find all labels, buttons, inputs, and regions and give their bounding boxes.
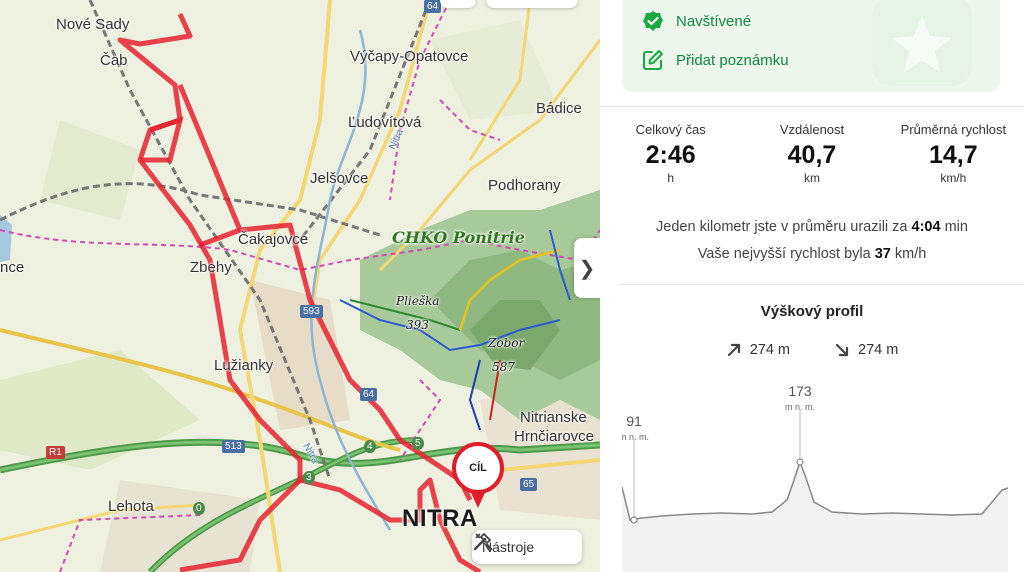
place-label: Lehota [108,498,154,515]
pace-prefix: Jeden kilometr jste v průměru urazili za [656,219,908,235]
add-note-label: Přidat poznámku [676,51,789,69]
place-label: nce [0,259,25,276]
top-speed-suffix: km/h [894,246,927,262]
divider [600,106,1024,107]
check-badge-icon [643,11,663,31]
descent-value: 274 m [858,342,899,358]
finish-marker[interactable]: CÍL [452,442,504,518]
place-label: Čakajovce [238,231,309,248]
junction-badge: 0 [193,502,205,515]
place-label: Bádice [536,100,582,117]
stat-unit: km/h [940,171,967,185]
top-speed-prefix: Vaše nejvyšší rychlost byla [697,246,871,262]
map-control-button[interactable] [440,0,476,8]
stat-label: Průměrná rychlost [900,122,1007,137]
peak-label: Plieška [396,294,440,308]
divider [620,284,1024,285]
road-badge: 65 [520,478,538,491]
elevation-stats: 274 m 274 m [600,342,1024,358]
top-speed-info: Vaše nejvyšší rychlost byla 37 km/h [600,246,1024,262]
place-label: Lužianky [214,357,274,374]
place-label: Čab [100,52,128,69]
descent-stat: 274 m [834,342,898,358]
road-badge: 64 [424,0,442,13]
road-badge: 64 [360,388,378,401]
stat-unit: km [803,171,820,185]
activity-detail-panel: Navštívené Přidat poznámku Celkový čas 2… [600,0,1024,572]
pace-info: Jeden kilometr jste v průměru urazili za… [600,219,1024,235]
stat-label: Celkový čas [635,122,706,137]
peak-label: Zobor [488,336,525,350]
road-badge: 593 [300,305,323,318]
place-label: Zbehy [190,259,232,276]
actions-card: Navštívené Přidat poznámku [622,0,1000,92]
peak-elevation: 393 [406,318,429,332]
profile-start-point [630,516,638,524]
stat-value: 2:46 [645,141,696,169]
map-control-button[interactable] [486,0,578,8]
app-root: Nové Sady Čab Výčapy-Opatovce Ľudovítová… [0,0,1024,572]
finish-marker-label: CÍL [452,442,504,494]
place-label: Hrnčiarovce [514,428,595,445]
ascent-value: 274 m [749,342,790,358]
arrow-down-right-icon [835,343,849,357]
park-label: CHKO Ponitrie [392,228,525,247]
place-label: Jelšovce [310,170,369,187]
road-badge: 513 [222,440,245,453]
junction-badge: 4 [364,440,376,453]
pace-suffix: min [944,219,968,235]
card-decoration-icon [872,0,972,86]
chevron-right-icon: ❯ [578,257,596,280]
add-note-action[interactable]: Přidat poznámku [642,49,789,71]
stat-distance: Vzdálenost 40,7 km [741,122,882,185]
place-label: Výčapy-Opatovce [350,48,469,65]
map-top-controls [440,0,578,8]
map-view[interactable]: Nové Sady Čab Výčapy-Opatovce Ľudovítová… [0,0,600,572]
start-elevation-unit: m n. m. [622,432,649,442]
ascent-stat: 274 m [726,342,790,358]
stat-avg-speed: Průměrná rychlost 14,7 km/h [883,122,1024,185]
start-elevation-value: 91 [626,413,642,429]
stats-row: Celkový čas 2:46 h Vzdálenost 40,7 km Pr… [600,122,1024,185]
peak-elevation-unit: m n. m. [785,402,815,412]
edit-note-icon [643,50,663,70]
pace-value: 4:04 [911,219,941,235]
visited-action[interactable]: Navštívené [642,10,751,32]
junction-badge: 3 [303,471,315,484]
junction-badge: 5 [412,437,424,450]
peak-elevation-value: 173 [788,383,812,399]
place-label: Podhorany [488,177,561,194]
top-speed-value: 37 [874,246,891,262]
stat-label: Vzdálenost [779,122,845,137]
stat-unit: h [667,171,674,185]
stat-value: 40,7 [787,141,837,169]
peak-elevation: 587 [492,360,515,374]
arrow-up-right-icon [727,343,740,357]
tools-icon [473,532,493,551]
profile-peak-point [796,458,804,466]
elevation-title: Výškový profil [760,303,864,320]
elevation-profile-chart[interactable]: 91 m n. m. 173 m n. m. [622,380,1012,572]
map-canvas[interactable] [0,0,600,572]
place-label: Nové Sady [56,16,130,33]
collapse-panel-button[interactable]: ❯ [574,238,600,298]
place-label: Ľudovítová [348,114,422,131]
tools-button[interactable]: Nástroje [472,530,582,564]
road-badge: R1 [46,446,65,459]
visited-label: Navštívené [676,12,752,30]
place-label: Nitrianske [520,409,587,426]
stat-total-time: Celkový čas 2:46 h [600,122,741,185]
stat-value: 14,7 [928,141,978,169]
